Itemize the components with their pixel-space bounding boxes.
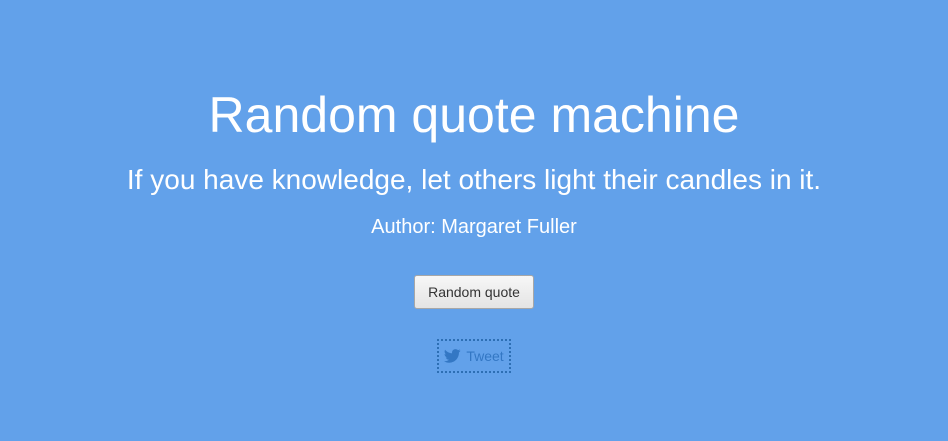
tweet-button[interactable]: Tweet (437, 339, 511, 373)
twitter-bird-icon (444, 349, 461, 363)
page-title: Random quote machine (208, 87, 740, 143)
quote-text: If you have knowledge, let others light … (126, 164, 822, 195)
tweet-label: Tweet (466, 348, 504, 364)
random-quote-button[interactable]: Random quote (414, 275, 534, 309)
quote-author: Author: Margaret Fuller (371, 216, 577, 238)
quote-page: Random quote machine If you have knowled… (0, 0, 948, 441)
